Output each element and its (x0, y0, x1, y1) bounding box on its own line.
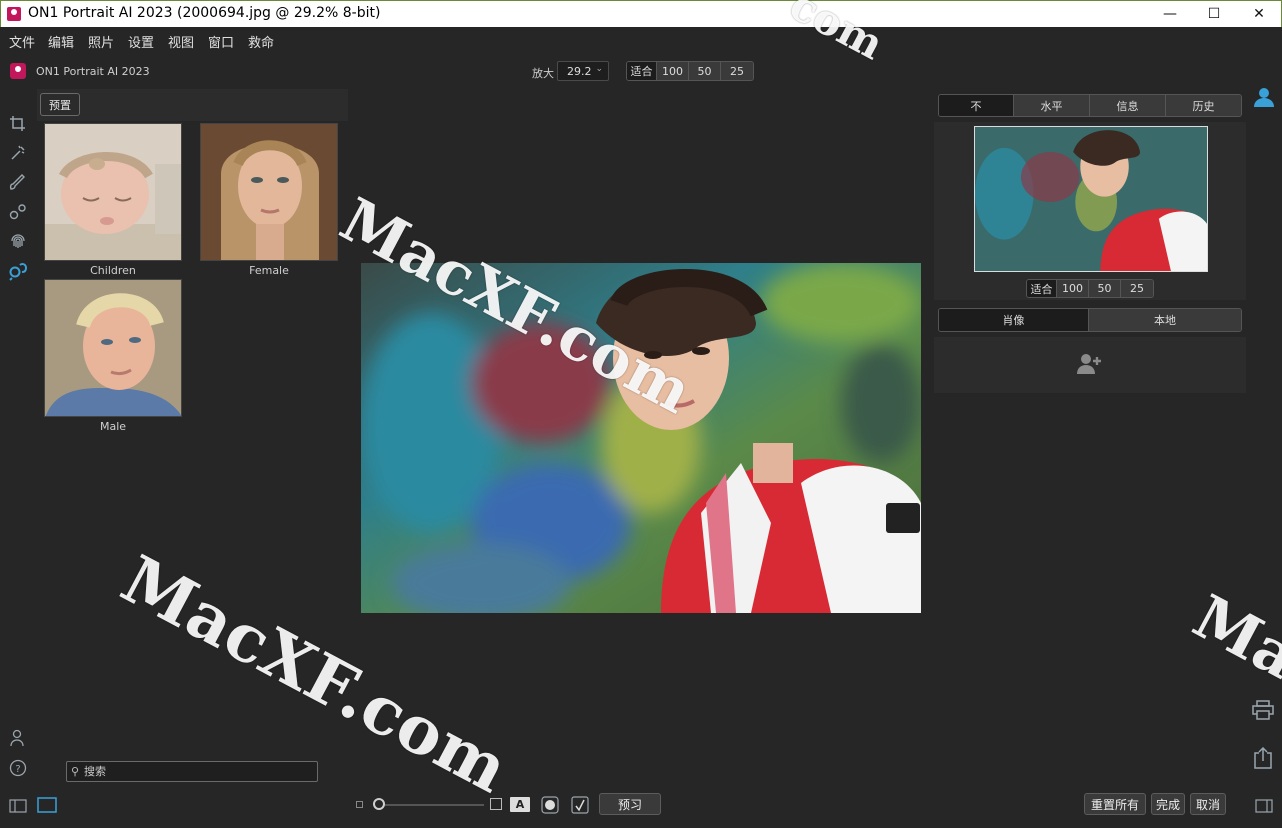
zoom-preset-group: 适合 100 50 25 (626, 61, 754, 81)
zoom-small-icon (356, 801, 363, 808)
clone-icon[interactable] (8, 202, 28, 222)
add-face-icon[interactable] (1077, 353, 1103, 379)
reset-all-button[interactable]: 重置所有 (1084, 793, 1146, 815)
brand-name: ON1 Portrait AI 2023 (36, 65, 150, 78)
preset-label-female: Female (249, 264, 289, 277)
done-button[interactable]: 完成 (1151, 793, 1185, 815)
overlay-view-icon[interactable] (571, 796, 589, 818)
search-input[interactable] (84, 763, 314, 780)
menu-settings[interactable]: 设置 (128, 32, 154, 51)
tab-info[interactable]: 信息 (1090, 95, 1166, 116)
presets-button[interactable]: 预置 (40, 93, 80, 116)
tab-portrait[interactable]: 肖像 (939, 309, 1090, 331)
mask-view-icon[interactable] (541, 796, 559, 818)
navigator-thumbnail[interactable] (974, 126, 1208, 272)
faces-panel (934, 337, 1246, 393)
export-icon[interactable] (1253, 746, 1273, 773)
tab-none[interactable]: 不 (939, 95, 1014, 116)
tab-history[interactable]: 历史 (1166, 95, 1241, 116)
presets-header: 预置 (37, 89, 348, 121)
zoom-fit-button[interactable]: 适合 (627, 62, 657, 80)
cancel-button[interactable]: 取消 (1190, 793, 1226, 815)
user-account-icon[interactable] (8, 728, 28, 748)
zoom-slider-handle[interactable] (373, 798, 385, 810)
single-view-icon[interactable] (37, 797, 57, 817)
nav-zoom-50-button[interactable]: 50 (1089, 280, 1121, 297)
zoom-25-button[interactable]: 25 (721, 62, 753, 80)
maximize-button[interactable]: ☐ (1191, 1, 1237, 27)
close-button[interactable]: ✕ (1236, 1, 1282, 27)
help-icon[interactable]: ? (8, 758, 28, 778)
menu-window[interactable]: 窗口 (208, 32, 234, 51)
preset-thumb-female[interactable] (200, 123, 338, 261)
fingerprint-icon[interactable] (8, 231, 28, 251)
title-bar: ON1 Portrait AI 2023 (2000694.jpg @ 29.2… (0, 0, 1282, 27)
zoom-slider-track[interactable] (380, 804, 484, 806)
navigator-zoom-group: 适合 100 50 25 (1026, 279, 1154, 298)
crop-icon[interactable] (8, 114, 28, 134)
preset-label-children: Children (90, 264, 136, 277)
zoom-50-button[interactable]: 50 (689, 62, 721, 80)
tab-levels[interactable]: 水平 (1014, 95, 1090, 116)
menu-file[interactable]: 文件 (9, 32, 35, 51)
nav-zoom-fit-button[interactable]: 适合 (1027, 280, 1057, 297)
chevron-down-icon: ⌄ (595, 64, 603, 74)
window-title: ON1 Portrait AI 2023 (2000694.jpg @ 29.2… (28, 5, 381, 21)
toggle-left-panel-icon[interactable] (9, 798, 27, 817)
menu-view[interactable]: 视图 (168, 32, 194, 51)
preview-button[interactable]: 预习 (599, 793, 661, 815)
svg-text:?: ? (15, 764, 20, 775)
minimize-button[interactable]: — (1147, 1, 1193, 27)
menu-edit[interactable]: 编辑 (48, 32, 74, 51)
preset-search[interactable]: ⚲ (66, 761, 318, 782)
zoom-100-button[interactable]: 100 (657, 62, 689, 80)
preset-thumb-male[interactable] (44, 279, 182, 417)
tab-local[interactable]: 本地 (1089, 309, 1241, 331)
search-icon: ⚲ (71, 765, 80, 778)
app-toolbar: ON1 Portrait AI 2023 放大 29.2 ⌄ 适合 100 50… (0, 55, 1282, 87)
zoom-value: 29.2 (567, 65, 592, 78)
portrait-mode-icon[interactable] (1253, 86, 1275, 112)
portrait-local-tabs: 肖像 本地 (938, 308, 1242, 332)
portrait-ai-logo-icon (10, 63, 26, 79)
app-icon (7, 7, 21, 21)
watermark-text: Ma (1182, 582, 1282, 694)
retouch-brush-icon[interactable] (8, 143, 28, 163)
nav-zoom-25-button[interactable]: 25 (1121, 280, 1153, 297)
menu-bar: 文件 编辑 照片 设置 视图 窗口 救命 (0, 27, 1282, 53)
paint-brush-icon[interactable] (8, 172, 28, 192)
face-search-icon[interactable] (8, 261, 28, 281)
toggle-right-panel-icon[interactable] (1255, 798, 1273, 817)
compare-a-icon[interactable]: A (510, 797, 530, 812)
print-icon[interactable] (1252, 700, 1274, 724)
preset-label-male: Male (99, 420, 127, 433)
zoom-select[interactable]: 29.2 ⌄ (557, 61, 609, 81)
menu-help[interactable]: 救命 (248, 32, 274, 51)
zoom-label: 放大 (532, 67, 554, 80)
menu-photo[interactable]: 照片 (88, 32, 114, 51)
nav-zoom-100-button[interactable]: 100 (1057, 280, 1089, 297)
main-photo[interactable] (361, 263, 921, 613)
right-panel-tabs: 不 水平 信息 历史 (938, 94, 1242, 117)
preset-thumb-children[interactable] (44, 123, 182, 261)
zoom-large-icon (490, 798, 502, 810)
